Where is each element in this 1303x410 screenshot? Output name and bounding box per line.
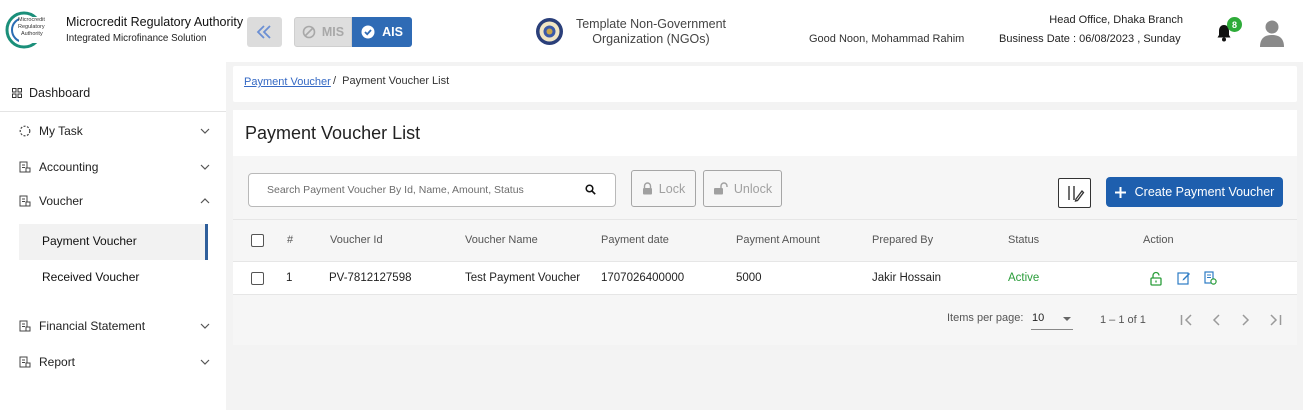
sidebar-divider: [0, 111, 226, 112]
items-per-page-label: Items per page:: [947, 312, 1024, 324]
org-title: Microcredit Regulatory Authority: [66, 15, 244, 29]
last-page-icon[interactable]: [1269, 314, 1282, 326]
sidebar-item-report[interactable]: Report: [19, 355, 210, 369]
government-seal-icon: [536, 18, 563, 45]
sidebar-subitem-received-voucher[interactable]: Received Voucher: [42, 270, 139, 284]
unlock-label: Unlock: [733, 181, 773, 196]
lock-icon: [642, 182, 652, 195]
chevron-down-icon: [200, 359, 210, 365]
sidebar-item-accounting[interactable]: Accounting: [19, 160, 210, 174]
logo-text: Microcredit Regulatory Authority: [18, 17, 45, 37]
column-header[interactable]: Prepared By: [872, 234, 933, 246]
page-size-value: 10: [1032, 312, 1045, 324]
breadcrumb-link-payment-voucher[interactable]: Payment Voucher: [244, 76, 331, 88]
breadcrumb-current: / Payment Voucher List: [333, 75, 450, 87]
status-badge: Active: [1008, 272, 1040, 284]
business-date: Business Date : 06/08/2023 , Sunday: [999, 33, 1181, 45]
chevron-down-icon: [200, 323, 210, 329]
row-number: 1: [286, 272, 293, 284]
ais-label: AIS: [382, 25, 403, 39]
ngo-name: Template Non-Government Organization (NG…: [575, 17, 727, 46]
unlock-button[interactable]: Unlock: [703, 170, 782, 207]
create-label: Create Payment Voucher: [1134, 185, 1275, 199]
column-header[interactable]: Voucher Id: [330, 234, 383, 246]
unlock-row-icon[interactable]: [1150, 271, 1163, 286]
circle-dashed-icon: [19, 125, 31, 137]
user-avatar-icon[interactable]: [1259, 19, 1285, 47]
ledger-icon: [19, 195, 31, 207]
next-page-icon[interactable]: [1241, 314, 1251, 326]
column-header[interactable]: Voucher Name: [465, 234, 538, 246]
notification-count-badge: 8: [1227, 17, 1242, 32]
lock-label: Lock: [658, 181, 686, 196]
create-payment-voucher-button[interactable]: Create Payment Voucher: [1106, 177, 1283, 207]
sidebar-item-label: Accounting: [39, 160, 99, 174]
sidebar-item-my-task[interactable]: My Task: [19, 124, 210, 138]
first-page-icon[interactable]: [1180, 314, 1193, 326]
column-header[interactable]: Status: [1008, 234, 1039, 246]
org-subtitle: Integrated Microfinance Solution: [66, 33, 207, 44]
prepared-by-cell: Jakir Hossain: [872, 272, 942, 284]
check-circle-icon: [361, 25, 375, 39]
search-placeholder: Search Payment Voucher By Id, Name, Amou…: [267, 184, 524, 196]
sidebar-item-label: Voucher: [39, 194, 84, 208]
sidebar-item-label: Report: [39, 355, 76, 369]
search-icon[interactable]: [585, 184, 596, 195]
chevron-down-icon: [200, 128, 210, 134]
chevron-up-icon: [200, 198, 210, 204]
ledger-icon: [19, 161, 31, 173]
column-header[interactable]: Payment Amount: [736, 234, 820, 246]
dropdown-arrow-icon: [1063, 317, 1071, 321]
lock-button[interactable]: Lock: [631, 170, 696, 207]
row-checkbox[interactable]: [251, 272, 264, 285]
collapse-sidebar-button[interactable]: [247, 17, 282, 47]
mis-toggle-button[interactable]: MIS: [294, 17, 352, 47]
payment-amount-cell: 5000: [736, 272, 762, 284]
select-all-checkbox[interactable]: [251, 234, 264, 247]
chevron-down-icon: [200, 164, 210, 170]
sidebar-subitem-label: Payment Voucher: [42, 234, 137, 248]
voucher-id-cell: PV-7812127598: [329, 272, 412, 284]
page-title: Payment Voucher List: [245, 123, 421, 143]
ledger-icon: [19, 320, 31, 332]
mis-label: MIS: [321, 25, 345, 39]
view-details-icon[interactable]: [1204, 271, 1217, 285]
ledger-icon: [19, 356, 31, 368]
column-header: Action: [1143, 234, 1174, 246]
edit-icon[interactable]: [1177, 271, 1191, 285]
block-icon: [302, 25, 316, 39]
user-greeting: Good Noon, Mohammad Rahim: [809, 33, 965, 45]
column-header: #: [287, 234, 294, 246]
branch-name: Head Office, Dhaka Branch: [1049, 14, 1183, 26]
column-settings-button[interactable]: [1058, 178, 1091, 208]
previous-page-icon[interactable]: [1211, 314, 1221, 326]
sidebar-item-label: Dashboard: [29, 86, 91, 100]
double-chevron-left-icon: [256, 25, 271, 39]
grid-icon: [12, 88, 22, 98]
sidebar-item-dashboard[interactable]: Dashboard: [12, 86, 212, 100]
sidebar-item-label: My Task: [39, 124, 83, 138]
page-size-select[interactable]: 10: [1031, 307, 1073, 330]
plus-icon: [1114, 186, 1126, 198]
page-range: 1 – 1 of 1: [1100, 314, 1146, 326]
ais-toggle-button[interactable]: AIS: [352, 17, 412, 47]
voucher-name-cell: Test Payment Voucher: [465, 272, 581, 284]
unlock-icon: [713, 182, 728, 195]
column-header[interactable]: Payment date: [601, 234, 669, 246]
payment-date-cell: 1707026400000: [601, 272, 685, 284]
sidebar-item-label: Financial Statement: [39, 319, 146, 333]
sidebar-item-voucher[interactable]: Voucher: [19, 194, 210, 208]
column-edit-icon: [1067, 186, 1084, 202]
sidebar-item-financial-statement[interactable]: Financial Statement: [19, 319, 210, 333]
